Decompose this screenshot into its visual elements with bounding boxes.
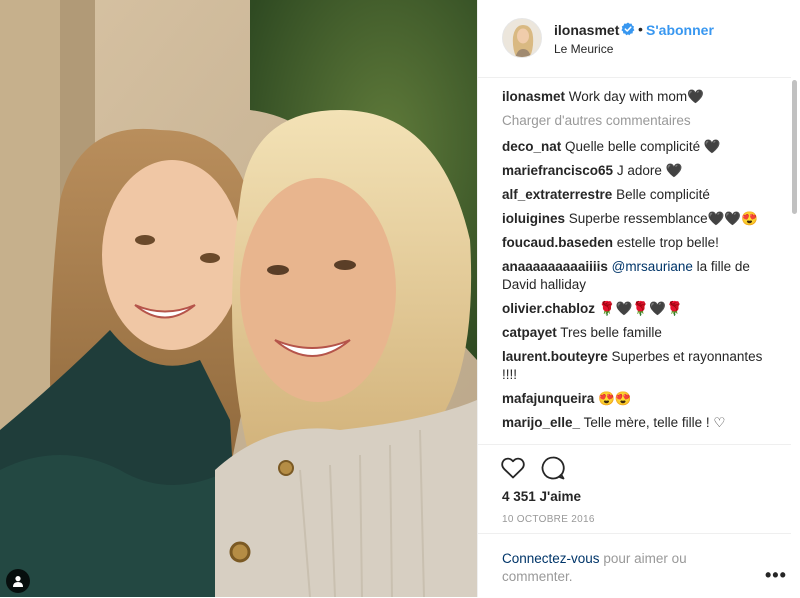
comment-mention-link[interactable]: @mrsauriane (612, 259, 693, 274)
verified-badge-icon (621, 22, 635, 36)
load-more-comments-button[interactable]: Charger d'autres commentaires (502, 112, 776, 130)
comment-text: Tres belle famille (560, 325, 662, 340)
comment-bubble-icon[interactable] (540, 455, 566, 481)
comment-item: anaaaaaaaaaiiiis @mrsauriane la fille de… (502, 258, 776, 294)
photo-illustration (0, 0, 477, 597)
comment-username[interactable]: catpayet (502, 325, 557, 340)
comment-username[interactable]: laurent.bouteyre (502, 349, 608, 364)
post-header: ilonasmet • S'abonner Le Meurice (478, 0, 791, 78)
header-separator: • (638, 21, 643, 37)
comments-list[interactable]: ilonasmet Work day with mom🖤 Charger d'a… (502, 88, 776, 444)
comment-item: alf_extraterrestre Belle complicité (502, 186, 776, 204)
comment-text: Belle complicité (616, 187, 710, 202)
comment-item: ioluigines Superbe ressemblance🖤🖤😍 (502, 210, 776, 228)
comment-text: Quelle belle complicité 🖤 (565, 139, 721, 154)
post-side-panel: ilonasmet • S'abonner Le Meurice ilonasm… (477, 0, 800, 597)
comment-username[interactable]: alf_extraterrestre (502, 187, 612, 202)
heart-icon[interactable] (500, 455, 526, 481)
post-photo[interactable] (0, 0, 477, 597)
comment-item: mariefrancisco65 J adore 🖤 (502, 162, 776, 180)
post-date[interactable]: 10 OCTOBRE 2016 (502, 514, 595, 525)
actions-divider (478, 444, 791, 446)
user-tag-icon[interactable] (6, 569, 30, 593)
comment-username[interactable]: marijo_elle_ (502, 415, 580, 430)
comment-username[interactable]: anaaaaaaaaaiiiis (502, 259, 608, 274)
comment-item: marijo_elle_ Telle mère, telle fille ! ♡ (502, 414, 776, 432)
caption-text: Work day with mom🖤 (568, 89, 704, 104)
comment-text: estelle trop belle! (616, 235, 719, 250)
comment-username[interactable]: mariefrancisco65 (502, 163, 613, 178)
follow-button[interactable]: S'abonner (646, 22, 714, 38)
post-location[interactable]: Le Meurice (554, 42, 613, 56)
comment-text: Superbe ressemblance🖤🖤😍 (568, 211, 759, 226)
author-username[interactable]: ilonasmet (554, 22, 619, 38)
login-link[interactable]: Connectez-vous (502, 551, 600, 566)
post-caption: ilonasmet Work day with mom🖤 (502, 88, 776, 106)
comment-item: laurent.bouteyre Superbes et rayonnantes… (502, 348, 776, 384)
comment-item: olivier.chabloz 🌹🖤🌹🖤🌹 (502, 300, 776, 318)
scrollbar-thumb[interactable] (792, 80, 797, 214)
comments-scrollbar[interactable] (791, 78, 799, 445)
comment-item: foucaud.baseden estelle trop belle! (502, 234, 776, 252)
comment-text: J adore 🖤 (616, 163, 683, 178)
avatar[interactable] (502, 18, 542, 58)
comment-username[interactable]: mafajunqueira (502, 391, 594, 406)
comment-item: catpayet Tres belle famille (502, 324, 776, 342)
comment-item: mafajunqueira 😍😍 (502, 390, 776, 408)
comment-text: 🌹🖤🌹🖤🌹 (598, 301, 683, 316)
comment-text: 😍😍 (598, 391, 632, 406)
comment-text: Telle mère, telle fille ! ♡ (583, 415, 726, 430)
login-prompt: Connectez-vous pour aimer ou commenter. (502, 550, 732, 586)
likes-count[interactable]: 4 351 J'aime (502, 489, 581, 504)
comment-username[interactable]: ioluigines (502, 211, 565, 226)
comment-username[interactable]: olivier.chabloz (502, 301, 595, 316)
caption-username[interactable]: ilonasmet (502, 89, 565, 104)
comment-item: deco_nat Quelle belle complicité 🖤 (502, 138, 776, 156)
more-options-button[interactable]: ••• (765, 565, 787, 586)
comment-username[interactable]: foucaud.baseden (502, 235, 613, 250)
comment-username[interactable]: deco_nat (502, 139, 561, 154)
